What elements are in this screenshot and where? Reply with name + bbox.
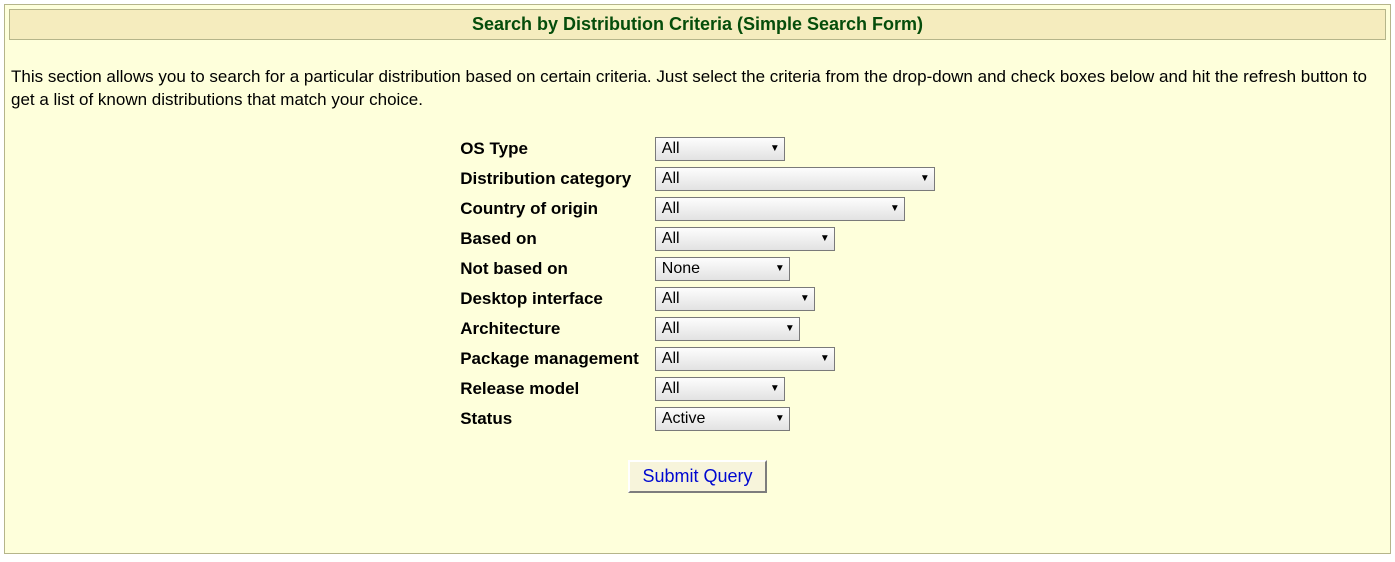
criteria-select[interactable]: All ▼ [655,197,905,221]
criteria-label: Based on [452,224,647,254]
chevron-down-icon: ▼ [771,263,789,274]
criteria-control-cell: All ▼ [647,284,943,314]
criteria-row: Distribution category All ▼ [452,164,943,194]
criteria-select[interactable]: All ▼ [655,287,815,311]
criteria-label: Architecture [452,314,647,344]
criteria-label: Release model [452,374,647,404]
intro-text: This section allows you to search for a … [11,66,1384,112]
criteria-table: OS TypeAll▼Distribution categoryAll▼Coun… [452,134,943,434]
criteria-control-cell: All ▼ [647,344,943,374]
criteria-row: Not based on None ▼ [452,254,943,284]
criteria-select[interactable]: All ▼ [655,347,835,371]
criteria-row: Country of origin All ▼ [452,194,943,224]
criteria-label: Country of origin [452,194,647,224]
criteria-select[interactable]: All ▼ [655,137,785,161]
criteria-row: Based on All ▼ [452,224,943,254]
select-value: All [662,200,680,218]
criteria-control-cell: Active ▼ [647,404,943,434]
select-value: None [662,260,700,278]
submit-wrap: Submit Query [11,460,1384,493]
criteria-row: Status Active ▼ [452,404,943,434]
chevron-down-icon: ▼ [766,143,784,154]
select-value: Active [662,410,706,428]
criteria-control-cell: All ▼ [647,164,943,194]
criteria-label: OS Type [452,134,647,164]
criteria-row: Desktop interface All ▼ [452,284,943,314]
chevron-down-icon: ▼ [771,413,789,424]
chevron-down-icon: ▼ [796,293,814,304]
criteria-control-cell: All ▼ [647,134,943,164]
criteria-row: OS Type All ▼ [452,134,943,164]
criteria-select[interactable]: All ▼ [655,227,835,251]
select-value: All [662,140,680,158]
select-value: All [662,320,680,338]
criteria-select[interactable]: Active ▼ [655,407,790,431]
criteria-select[interactable]: All ▼ [655,317,800,341]
select-value: All [662,230,680,248]
criteria-control-cell: None ▼ [647,254,943,284]
select-value: All [662,170,680,188]
criteria-control-cell: All ▼ [647,194,943,224]
search-panel: Search by Distribution Criteria (Simple … [4,4,1391,554]
panel-body: This section allows you to search for a … [5,44,1390,497]
chevron-down-icon: ▼ [816,353,834,364]
criteria-row: Architecture All ▼ [452,314,943,344]
panel-title: Search by Distribution Criteria (Simple … [9,9,1386,40]
criteria-label: Package management [452,344,647,374]
criteria-control-cell: All ▼ [647,224,943,254]
select-value: All [662,350,680,368]
criteria-label: Not based on [452,254,647,284]
criteria-select[interactable]: All ▼ [655,377,785,401]
criteria-select[interactable]: None ▼ [655,257,790,281]
chevron-down-icon: ▼ [886,203,904,214]
chevron-down-icon: ▼ [781,323,799,334]
criteria-select[interactable]: All ▼ [655,167,935,191]
chevron-down-icon: ▼ [766,383,784,394]
criteria-row: Package management All ▼ [452,344,943,374]
criteria-label: Desktop interface [452,284,647,314]
submit-query-button[interactable]: Submit Query [628,460,766,493]
select-value: All [662,290,680,308]
chevron-down-icon: ▼ [916,173,934,184]
criteria-row: Release model All ▼ [452,374,943,404]
chevron-down-icon: ▼ [816,233,834,244]
criteria-label: Status [452,404,647,434]
criteria-label: Distribution category [452,164,647,194]
criteria-control-cell: All ▼ [647,374,943,404]
select-value: All [662,380,680,398]
criteria-control-cell: All ▼ [647,314,943,344]
